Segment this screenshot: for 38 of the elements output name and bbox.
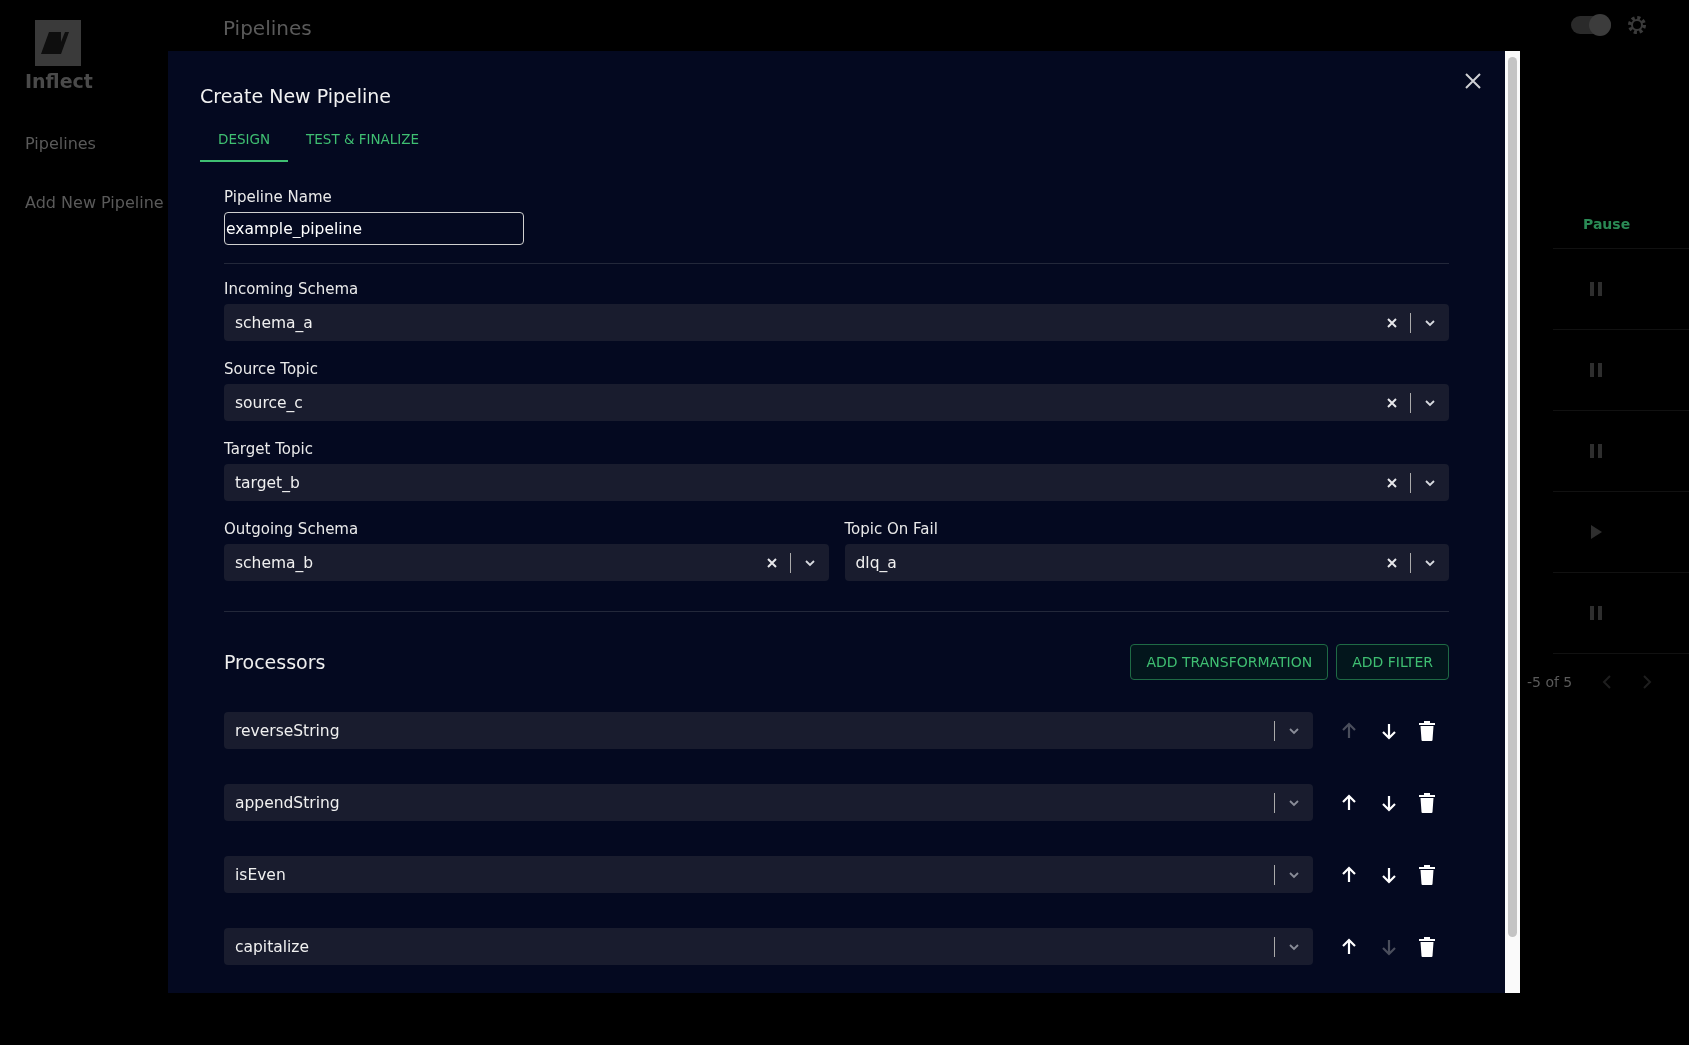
field-label: Incoming Schema xyxy=(224,280,360,298)
section-title: Processors xyxy=(224,651,326,673)
select-field[interactable]: dlq_a xyxy=(844,544,1449,581)
brand-name: Inflect xyxy=(25,70,94,92)
processor-select[interactable]: capitalize xyxy=(224,928,1313,965)
theme-toggle[interactable] xyxy=(1571,16,1611,34)
pipeline-name-field[interactable]: example_pipeline xyxy=(224,212,524,245)
tab[interactable]: TEST & FINALIZE xyxy=(288,119,438,162)
field-label: Source Topic xyxy=(224,360,319,378)
clear-icon[interactable] xyxy=(1386,556,1398,569)
clear-icon[interactable] xyxy=(1386,476,1398,489)
clear-icon[interactable] xyxy=(1386,316,1398,329)
clear-icon[interactable] xyxy=(1386,396,1398,409)
processor-select[interactable]: isEven xyxy=(224,856,1313,893)
page-title: Pipelines xyxy=(223,16,312,40)
trash-icon[interactable] xyxy=(1419,720,1435,741)
add-button[interactable]: ADD FILTER xyxy=(1336,644,1449,680)
trash-icon[interactable] xyxy=(1419,936,1435,957)
trash-icon[interactable] xyxy=(1419,864,1435,885)
select-field[interactable]: source_c xyxy=(224,384,1449,421)
trash-icon[interactable] xyxy=(1419,792,1435,813)
column-header: Pause xyxy=(1583,216,1631,232)
processor-select[interactable]: appendString xyxy=(224,784,1313,821)
field-label: Outgoing Schema xyxy=(224,520,360,538)
tab[interactable]: DESIGN xyxy=(200,119,289,162)
pagination-text: -5 of 5 xyxy=(1527,674,1573,690)
add-button[interactable]: ADD TRANSFORMATION xyxy=(1130,644,1329,680)
clear-icon[interactable] xyxy=(765,556,778,569)
select-field[interactable]: schema_b xyxy=(224,544,829,581)
dialog-title: Create New Pipeline xyxy=(200,85,392,107)
scrollbar[interactable] xyxy=(1505,51,1520,993)
select-field[interactable]: schema_a xyxy=(224,304,1449,341)
select-field[interactable]: target_b xyxy=(224,464,1449,501)
field-label: Topic On Fail xyxy=(844,520,939,538)
processor-select[interactable]: reverseString xyxy=(224,712,1313,749)
logo-icon xyxy=(35,20,81,66)
field-label: Target Topic xyxy=(224,440,314,458)
field-label: Pipeline Name xyxy=(224,188,333,206)
